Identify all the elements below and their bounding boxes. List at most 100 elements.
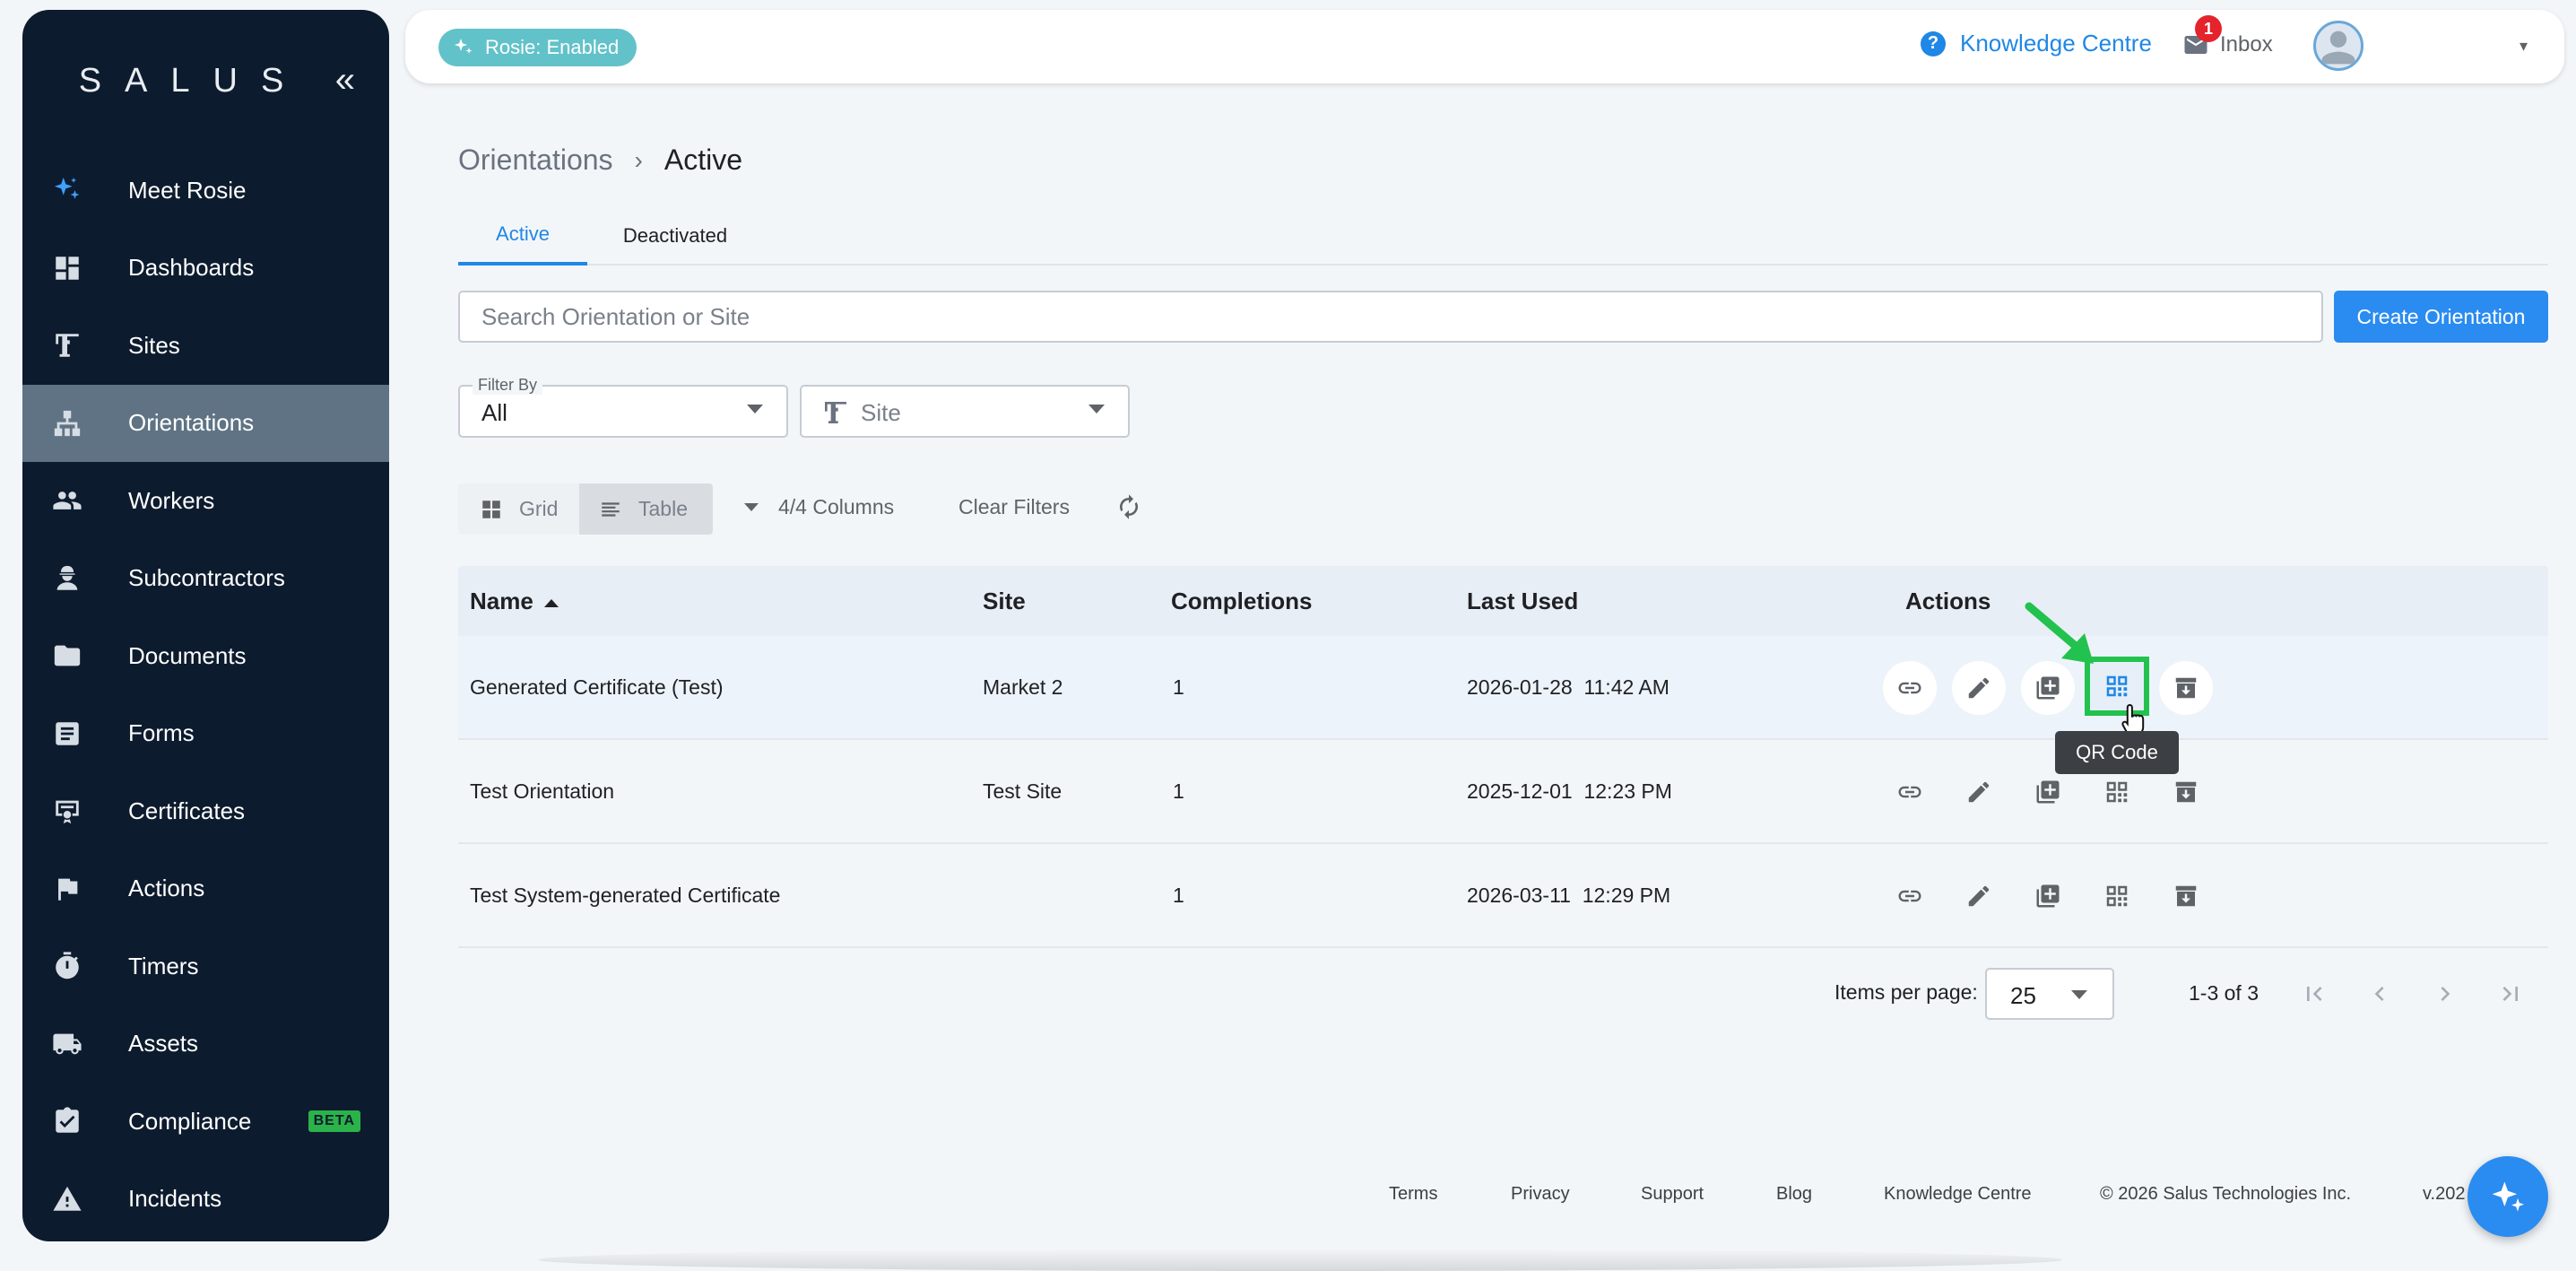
double-chevron-left-icon[interactable]: « xyxy=(335,60,355,100)
grid-label: Grid xyxy=(519,497,559,520)
footer: Terms Privacy Support Blog Knowledge Cen… xyxy=(0,1184,2576,1211)
cell-last-used: 2026-01-28 11:42 AM xyxy=(1467,675,1670,699)
footer-link-privacy[interactable]: Privacy xyxy=(1511,1184,1570,1205)
bottom-shadow xyxy=(538,1249,2062,1271)
chevron-down-icon xyxy=(744,503,759,511)
sidebar-item-label: Assets xyxy=(128,1030,199,1058)
search-input[interactable] xyxy=(458,291,2323,343)
rosie-assistant-fab[interactable] xyxy=(2468,1156,2548,1237)
certificate-icon xyxy=(51,795,83,827)
footer-link-blog[interactable]: Blog xyxy=(1776,1184,1812,1205)
beta-badge: BETA xyxy=(308,1110,360,1133)
sidebar-item-actions[interactable]: Actions xyxy=(22,850,389,928)
cell-name: Generated Certificate (Test) xyxy=(470,675,724,699)
header-name-label: Name xyxy=(470,588,533,614)
sidebar-item-workers[interactable]: Workers xyxy=(22,462,389,540)
link-icon[interactable] xyxy=(1883,765,1937,819)
column-header-last-used[interactable]: Last Used xyxy=(1467,588,1578,615)
last-page-icon[interactable] xyxy=(2492,975,2529,1013)
column-header-completions[interactable]: Completions xyxy=(1171,588,1312,615)
crane-icon xyxy=(821,398,850,427)
tab-active[interactable]: Active xyxy=(458,206,587,266)
site-placeholder: Site xyxy=(861,399,901,426)
sidebar-item-compliance[interactable]: Compliance BETA xyxy=(22,1083,389,1161)
columns-label: 4/4 Columns xyxy=(778,495,895,518)
filter-by-select[interactable]: Filter By All xyxy=(458,376,788,438)
site-select[interactable]: Site xyxy=(800,385,1130,438)
columns-toggle[interactable]: 4/4 Columns xyxy=(744,495,894,519)
edit-icon[interactable] xyxy=(1952,869,2006,923)
table-row[interactable]: Test System-generated Certificate 1 2026… xyxy=(458,844,2548,948)
column-header-site[interactable]: Site xyxy=(983,588,1026,615)
cell-name: Test System-generated Certificate xyxy=(470,884,781,907)
avatar xyxy=(2313,21,2364,71)
rosie-status-chip[interactable]: Rosie: Enabled xyxy=(438,29,637,66)
qr-code-icon[interactable] xyxy=(2090,869,2144,923)
sidebar-item-label: Meet Rosie xyxy=(128,176,247,204)
dashboard-icon xyxy=(51,252,83,284)
refresh-icon[interactable] xyxy=(1115,493,1146,524)
breadcrumb-parent[interactable]: Orientations xyxy=(458,144,613,177)
inbox-button[interactable]: 1 Inbox xyxy=(2182,15,2273,58)
salus-logo[interactable]: SALUS xyxy=(22,62,363,100)
top-bar: Rosie: Enabled ? Knowledge Centre 1 Inbo… xyxy=(405,10,2564,83)
sidebar-item-certificates[interactable]: Certificates xyxy=(22,772,389,850)
footer-link-knowledge-centre[interactable]: Knowledge Centre xyxy=(1884,1184,2032,1205)
archive-icon[interactable] xyxy=(2159,869,2213,923)
table-label: Table xyxy=(638,497,688,520)
edit-icon[interactable] xyxy=(1952,765,2006,819)
cell-completions: 1 xyxy=(1173,779,1184,803)
column-header-name[interactable]: Name xyxy=(470,588,559,615)
footer-copyright: © 2026 Salus Technologies Inc. xyxy=(2100,1184,2352,1204)
sidebar-item-subcontractors[interactable]: Subcontractors xyxy=(22,540,389,618)
table-view-button[interactable]: Table xyxy=(579,483,713,535)
link-icon[interactable] xyxy=(1883,869,1937,923)
sidebar-item-sites[interactable]: Sites xyxy=(22,307,389,385)
user-icon xyxy=(2321,30,2355,65)
next-page-icon[interactable] xyxy=(2426,975,2464,1013)
cell-completions: 1 xyxy=(1173,675,1184,699)
org-chart-icon xyxy=(51,407,83,440)
breadcrumb-separator: › xyxy=(634,145,643,174)
archive-icon[interactable] xyxy=(2159,661,2213,715)
sidebar-item-dashboards[interactable]: Dashboards xyxy=(22,230,389,308)
items-per-page-select[interactable]: 25 xyxy=(1985,968,2114,1020)
form-icon xyxy=(51,718,83,750)
chevron-down-icon xyxy=(1089,405,1105,414)
filter-by-value: All xyxy=(481,399,507,426)
chevron-down-icon xyxy=(747,405,763,414)
footer-link-terms[interactable]: Terms xyxy=(1389,1184,1437,1205)
user-menu[interactable]: ▾ xyxy=(2313,21,2528,71)
qr-code-icon xyxy=(2106,675,2128,697)
sidebar-item-label: Orientations xyxy=(128,409,255,437)
tab-deactivated[interactable]: Deactivated xyxy=(587,206,763,266)
sidebar-item-label: Forms xyxy=(128,719,195,747)
folder-icon xyxy=(51,640,83,672)
sidebar-item-label: Certificates xyxy=(128,797,246,824)
footer-link-support[interactable]: Support xyxy=(1641,1184,1704,1205)
table-row[interactable]: Test Orientation Test Site 1 2025-12-01 … xyxy=(458,740,2548,844)
sidebar-item-documents[interactable]: Documents xyxy=(22,617,389,695)
edit-icon[interactable] xyxy=(1952,661,2006,715)
inbox-count-badge: 1 xyxy=(2195,15,2222,42)
footer-version: v.202 xyxy=(2423,1184,2466,1204)
pagination-range: 1-3 of 3 xyxy=(2189,981,2259,1005)
create-orientation-button[interactable]: Create Orientation xyxy=(2334,291,2548,343)
clear-filters-button[interactable]: Clear Filters xyxy=(958,495,1070,519)
breadcrumb-current: Active xyxy=(664,144,742,176)
chevron-down-icon xyxy=(2071,990,2087,999)
sidebar-item-orientations[interactable]: Orientations xyxy=(22,384,389,462)
sidebar-item-forms[interactable]: Forms xyxy=(22,695,389,773)
previous-page-icon[interactable] xyxy=(2361,975,2398,1013)
first-page-icon[interactable] xyxy=(2295,975,2333,1013)
knowledge-centre-link[interactable]: ? Knowledge Centre xyxy=(1921,30,2152,57)
breadcrumb: Orientations › Active xyxy=(458,144,742,177)
grid-view-button[interactable]: Grid xyxy=(458,483,579,535)
table-row[interactable]: Generated Certificate (Test) Market 2 1 … xyxy=(458,636,2548,740)
sidebar-item-label: Actions xyxy=(128,875,205,902)
duplicate-icon[interactable] xyxy=(2021,869,2075,923)
cell-last-used: 2025-12-01 12:23 PM xyxy=(1467,779,1672,803)
link-icon[interactable] xyxy=(1883,661,1937,715)
sidebar-item-meet-rosie[interactable]: Meet Rosie xyxy=(22,152,389,230)
sparkle-icon xyxy=(455,39,473,54)
